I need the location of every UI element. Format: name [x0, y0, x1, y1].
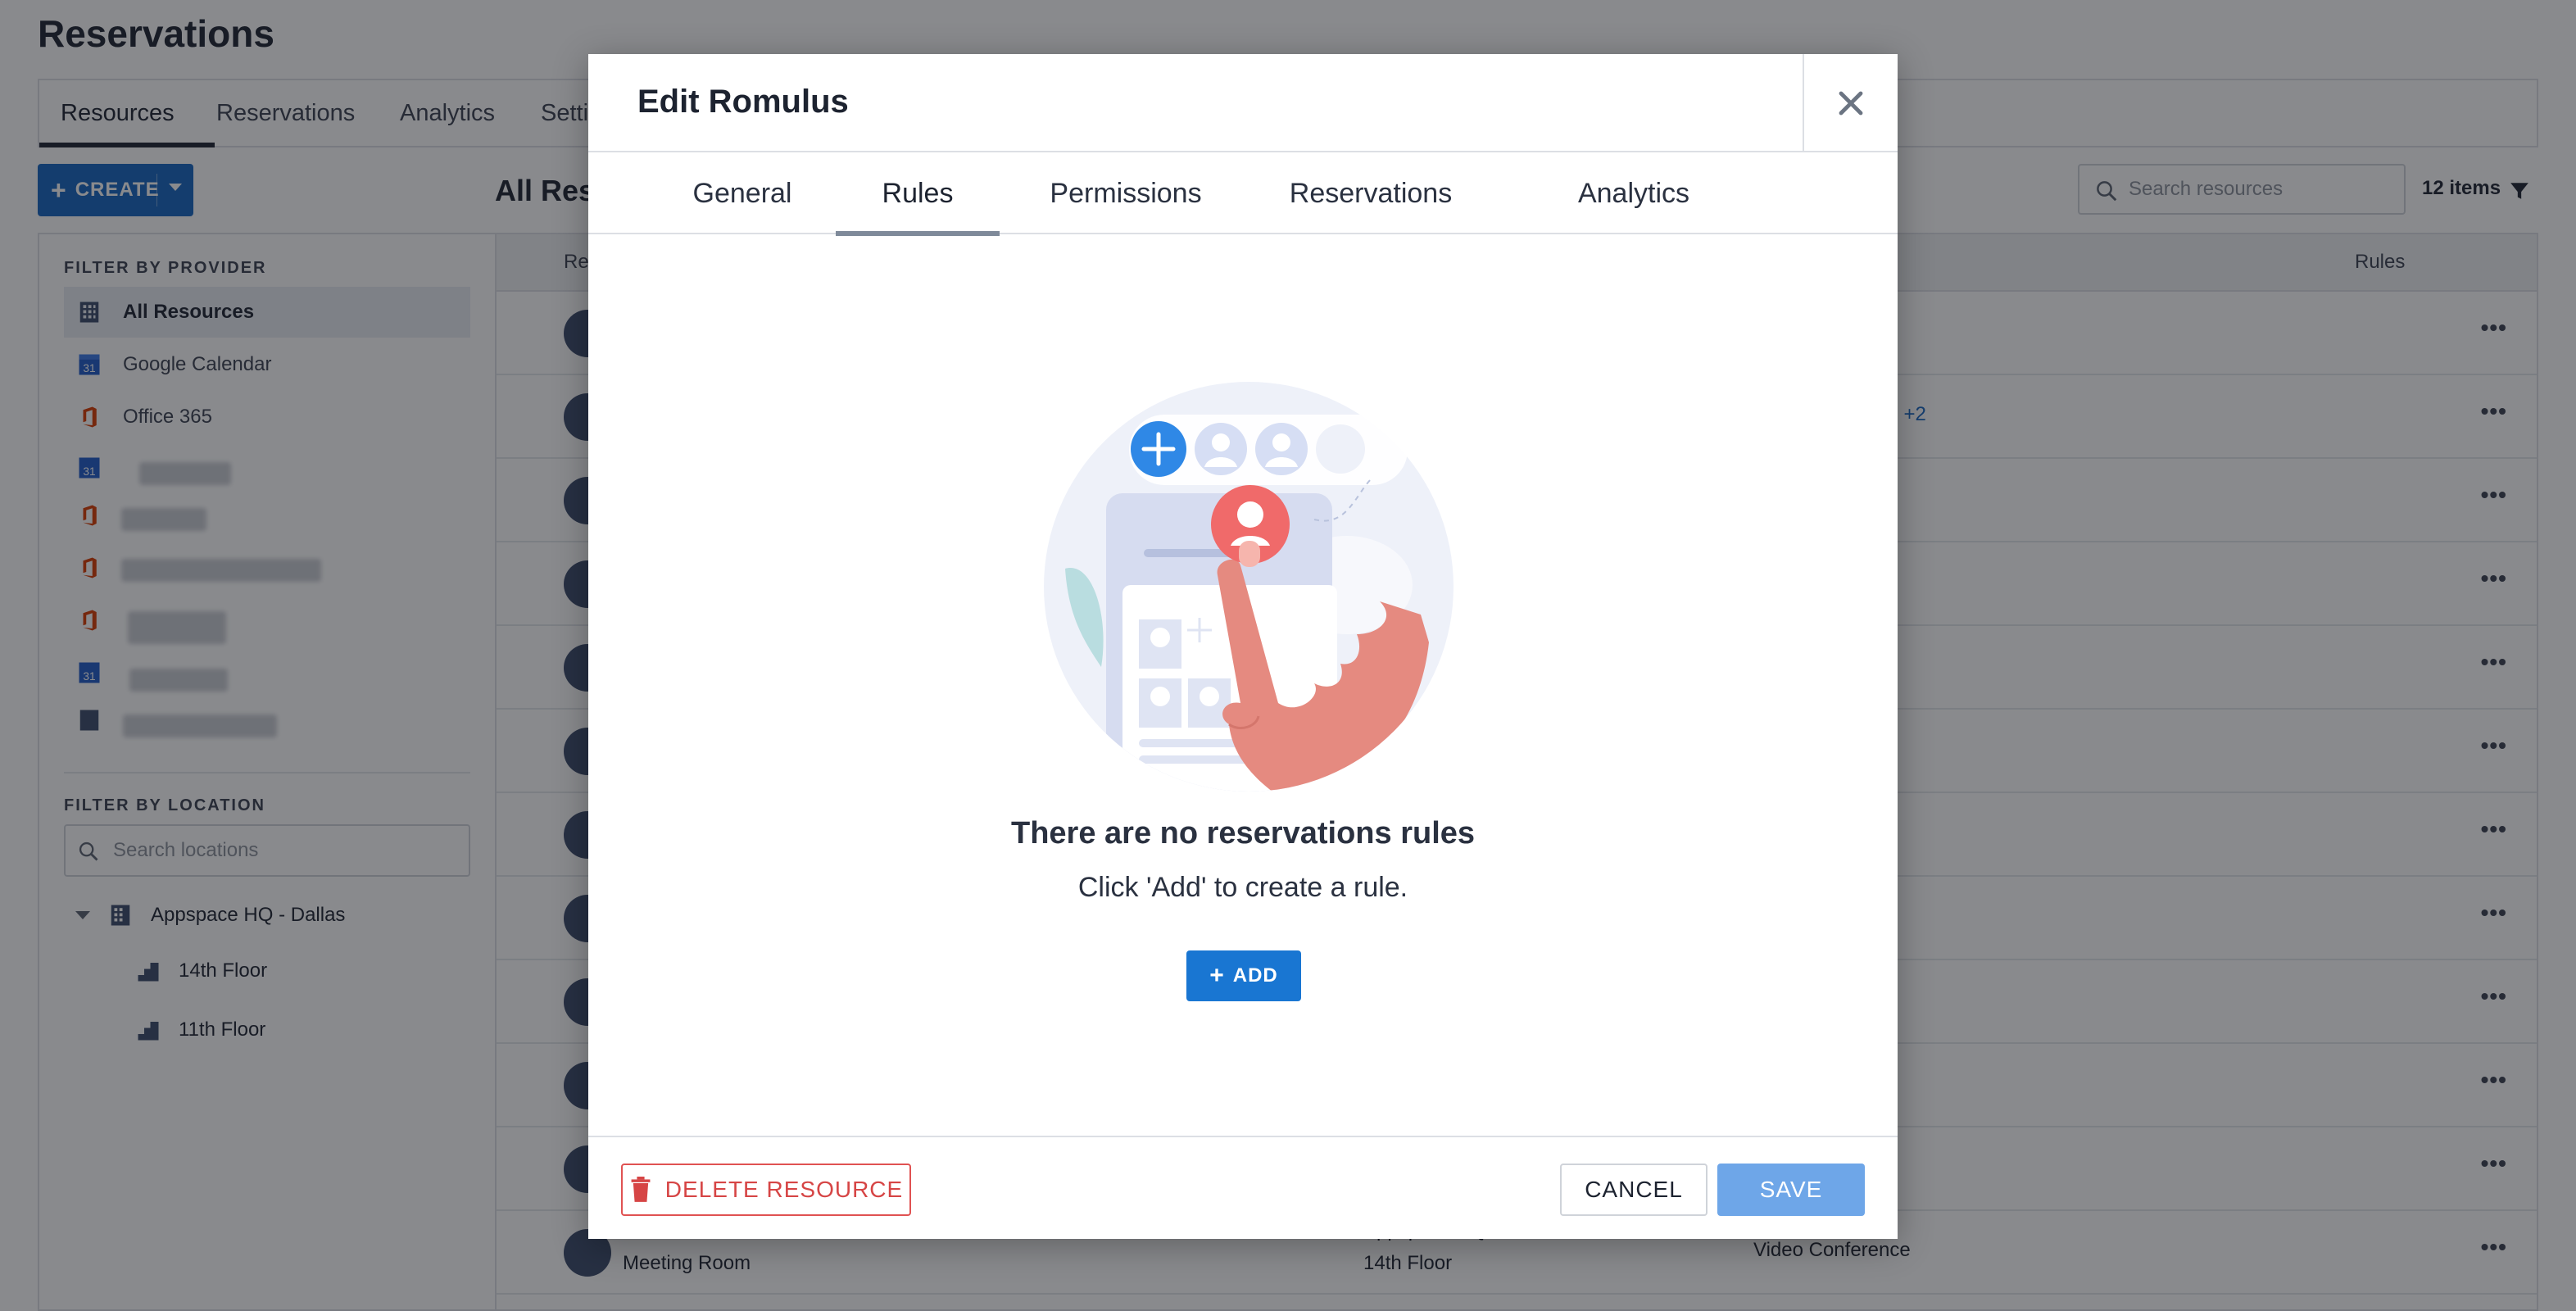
add-label: ADD [1232, 964, 1278, 987]
empty-state-title: There are no reservations rules [1010, 816, 1476, 851]
dialog-tabs: General Rules Permissions Reservations A… [588, 152, 1898, 236]
delete-resource-button[interactable]: DELETE RESOURCE [621, 1164, 911, 1216]
dialog-footer: DELETE RESOURCE CANCEL SAVE [588, 1136, 1898, 1239]
tab-general[interactable]: General [670, 152, 814, 234]
empty-rules-illustration [1044, 382, 1454, 792]
tab-rules[interactable]: Rules [836, 152, 1000, 236]
dialog-header: Edit Romulus [588, 54, 1898, 152]
plus-icon: + [1209, 962, 1225, 989]
tab-permissions[interactable]: Permissions [1031, 152, 1221, 234]
add-rule-button[interactable]: + ADD [1186, 950, 1301, 1001]
close-button[interactable] [1803, 54, 1898, 152]
save-button[interactable]: SAVE [1717, 1164, 1865, 1216]
cancel-button[interactable]: CANCEL [1560, 1164, 1708, 1216]
close-icon [1839, 91, 1863, 116]
trash-icon [631, 1177, 651, 1202]
edit-resource-dialog: Edit Romulus General Rules Permissions R… [588, 54, 1898, 1239]
tab-analytics[interactable]: Analytics [1552, 152, 1716, 234]
delete-label: DELETE RESOURCE [664, 1177, 904, 1202]
tab-reservations[interactable]: Reservations [1268, 152, 1473, 234]
dialog-title: Edit Romulus [637, 84, 849, 120]
empty-state-subtitle: Click 'Add' to create a rule. [1077, 872, 1408, 903]
